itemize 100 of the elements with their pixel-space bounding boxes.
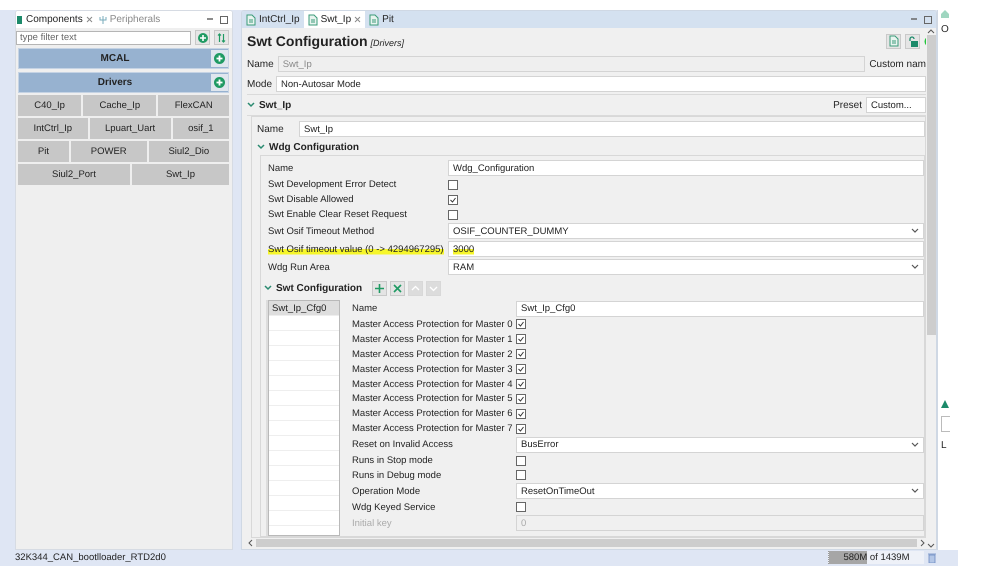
checkbox[interactable] <box>516 394 526 404</box>
dropdown-caret-icon[interactable] <box>911 488 919 494</box>
category-label: [Drivers] <box>370 38 404 48</box>
field-label: Operation Mode <box>352 486 422 497</box>
vertical-scrollbar[interactable] <box>926 35 936 335</box>
group-header[interactable]: MCAL <box>18 48 229 69</box>
checkbox[interactable] <box>516 364 526 374</box>
view-tab[interactable]: Components <box>16 14 93 25</box>
checkbox[interactable] <box>516 424 526 434</box>
editor-title: Swt Configuration <box>247 33 368 49</box>
checkbox[interactable] <box>516 470 526 480</box>
field-label: Initial key <box>352 518 393 529</box>
component-button[interactable]: FlexCAN <box>158 95 230 116</box>
component-button[interactable]: Cache_Ip <box>83 95 156 116</box>
component-button[interactable]: Pit <box>18 141 69 162</box>
plug-icon <box>98 14 107 24</box>
strip-text: O <box>941 24 950 35</box>
preset-field[interactable]: Custom... <box>866 97 926 113</box>
component-button[interactable]: Siul2_Port <box>18 164 130 185</box>
add-button[interactable] <box>211 74 228 91</box>
list-item[interactable]: Swt_Ip_Cfg0 <box>269 301 339 316</box>
checkbox[interactable] <box>516 334 526 344</box>
scroll-left-icon[interactable] <box>247 538 253 546</box>
plus-icon <box>198 32 208 42</box>
field-label: Master Access Protection for Master 4 <box>352 378 514 390</box>
memory-text: 580M of 1439M <box>843 552 910 563</box>
editor-tab[interactable]: Swt_Ip <box>304 11 366 28</box>
field-label: Wdg Keyed Service <box>352 502 436 513</box>
component-button[interactable]: Swt_Ip <box>132 164 230 185</box>
checkbox[interactable] <box>516 349 526 360</box>
component-button[interactable]: osif_1 <box>172 118 229 139</box>
field-label: Swt Osif Timeout Method <box>268 226 376 236</box>
lock-button[interactable] <box>905 34 920 48</box>
sort-button[interactable] <box>214 30 229 45</box>
checkbox[interactable] <box>448 194 458 204</box>
field-label: Runs in Debug mode <box>352 470 442 481</box>
dropdown-field[interactable]: ResetOnTimeOut <box>516 483 924 500</box>
checkbox[interactable] <box>516 502 526 512</box>
component-button[interactable]: Siul2_Dio <box>148 141 229 162</box>
field-label: Runs in Stop mode <box>352 455 434 466</box>
maximize-icon[interactable] <box>220 16 228 24</box>
text-field[interactable]: Swt_Ip_Cfg0 <box>516 300 924 316</box>
scroll-up-icon[interactable] <box>927 28 935 35</box>
component-button[interactable]: POWER <box>70 141 147 162</box>
maximize-icon[interactable] <box>924 16 932 24</box>
component-button[interactable]: C40_Ip <box>18 95 82 116</box>
close-icon[interactable] <box>86 16 93 23</box>
checkbox[interactable] <box>516 456 526 466</box>
dropdown-field[interactable]: RAM <box>448 259 924 275</box>
checkbox[interactable] <box>516 408 526 419</box>
field-label: Master Access Protection for Master 5 <box>352 393 514 404</box>
expand-chevron-icon[interactable] <box>257 144 265 150</box>
text-field[interactable]: Wdg_Configuration <box>448 160 924 176</box>
field-label: Swt Disable Allowed <box>268 194 355 205</box>
plus-icon <box>214 53 225 64</box>
document-button[interactable] <box>886 34 901 48</box>
strip-field[interactable] <box>941 416 950 432</box>
project-name: 32K344_CAN_bootlloader_RTD2d0 <box>14 552 167 563</box>
group-title: Drivers <box>96 77 134 88</box>
close-icon[interactable] <box>354 16 362 23</box>
name-field[interactable]: Swt_Ip <box>299 121 925 137</box>
section-title: Swt_Ip <box>259 100 292 110</box>
dropdown-field[interactable]: OSIF_COUNTER_DUMMY <box>448 223 924 239</box>
field-label: Master Access Protection for Master 7 <box>352 423 514 434</box>
dropdown-caret-icon[interactable] <box>911 264 919 270</box>
field-label: Name <box>247 58 274 70</box>
component-button[interactable]: Lpuart_Uart <box>90 118 171 139</box>
filter-field[interactable]: type filter text <box>16 30 191 44</box>
field-label: Custom nam <box>869 58 926 70</box>
expand-chevron-icon[interactable] <box>247 102 255 108</box>
checkbox[interactable] <box>516 319 526 330</box>
padlock-icon <box>908 36 918 46</box>
editor-tab[interactable]: Pit <box>365 11 398 28</box>
dropdown-caret-icon[interactable] <box>911 442 919 448</box>
checkbox[interactable] <box>448 210 458 220</box>
checkbox[interactable] <box>448 180 458 190</box>
field-label: Swt Enable Clear Reset Request <box>268 209 408 220</box>
mode-field[interactable]: Non-Autosar Mode <box>276 76 926 92</box>
field-label: Master Access Protection for Master 6 <box>352 408 514 420</box>
view-tab[interactable]: Peripherals <box>98 14 160 25</box>
expand-chevron-icon[interactable] <box>264 285 272 291</box>
remove-button[interactable] <box>390 280 405 296</box>
add-button[interactable] <box>372 280 387 296</box>
group-header[interactable]: Drivers <box>18 72 229 93</box>
document-icon <box>888 35 898 47</box>
add-button[interactable] <box>211 50 228 67</box>
dropdown-field[interactable]: BusError <box>516 436 924 453</box>
scroll-right-icon[interactable] <box>920 538 926 546</box>
checkbox[interactable] <box>516 379 526 389</box>
dropdown-caret-icon[interactable] <box>911 228 919 234</box>
field-label: Master Access Protection for Master 2 <box>352 348 514 360</box>
field-label: Name <box>268 162 294 174</box>
scroll-down-icon[interactable] <box>927 542 935 549</box>
component-button[interactable]: IntCtrl_Ip <box>18 118 88 139</box>
add-button[interactable] <box>195 30 210 45</box>
file-icon <box>246 14 256 26</box>
config-list[interactable]: Swt_Ip_Cfg0 <box>268 300 340 536</box>
plus-icon <box>374 282 385 294</box>
editor-tab[interactable]: IntCtrl_Ip <box>242 11 304 28</box>
horizontal-scrollbar[interactable] <box>256 538 917 546</box>
